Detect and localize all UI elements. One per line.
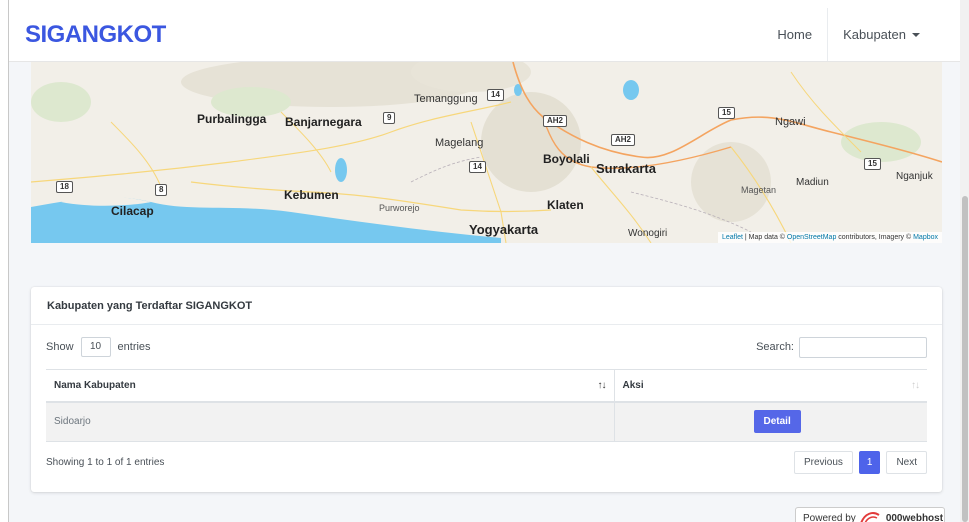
road-shield: 8 <box>155 184 168 196</box>
road-shield: 15 <box>864 158 881 170</box>
map-label-purbalingga: Purbalingga <box>197 112 267 126</box>
window-top-edge <box>0 0 969 8</box>
map-label-boyolali: Boyolali <box>543 152 590 166</box>
scrollbar-thumb[interactable] <box>962 196 968 522</box>
map-label-madiun: Madiun <box>796 177 829 188</box>
nav-links: Home Kabupaten <box>762 8 960 61</box>
next-button[interactable]: Next <box>886 450 927 474</box>
map-label-magetan: Magetan <box>741 185 777 195</box>
column-header-aksi[interactable]: Aksi ↑↓ <box>614 369 927 403</box>
road-shield: 9 <box>383 112 396 124</box>
search-label: Search: <box>756 341 794 353</box>
column-label-nama: Nama Kabupaten <box>54 379 136 391</box>
nav-kabupaten-label: Kabupaten <box>843 27 906 42</box>
map-label-banjarnegara: Banjarnegara <box>285 115 362 129</box>
map-label-surakarta: Surakarta <box>596 161 656 176</box>
column-header-nama[interactable]: Nama Kabupaten ↑↓ <box>46 369 615 403</box>
table-header-row: Nama Kabupaten ↑↓ Aksi ↑↓ <box>46 369 927 403</box>
leaflet-link[interactable]: Leaflet <box>722 234 743 241</box>
show-label: Show <box>46 341 74 353</box>
mapbox-link[interactable]: Mapbox <box>913 234 938 241</box>
nav-kabupaten-dropdown[interactable]: Kabupaten <box>827 8 960 61</box>
attribution-text: | Map data © <box>742 234 787 241</box>
detail-button[interactable]: Detail <box>753 410 801 434</box>
column-label-aksi: Aksi <box>622 379 644 391</box>
sort-icon: ↑↓ <box>597 380 607 391</box>
top-navbar: SIGANGKOT Home Kabupaten <box>9 8 960 62</box>
nav-home-link[interactable]: Home <box>762 8 827 61</box>
map-label-klaten: Klaten <box>547 198 584 212</box>
map-label-yogyakarta: Yogyakarta <box>469 222 539 237</box>
road-shield: AH2 <box>611 134 636 146</box>
pagination: Previous 1 Next <box>793 450 927 474</box>
webhost-logo-icon <box>860 512 880 522</box>
kabupaten-table: Nama Kabupaten ↑↓ Aksi ↑↓ Sidoarjo Detai… <box>46 369 927 442</box>
cell-aksi: Detail <box>614 401 927 442</box>
host-name: 000webhost <box>885 512 944 522</box>
search-wrap: Search: <box>756 336 927 358</box>
leaflet-map[interactable]: Purbalingga Banjarnegara Temanggung Mage… <box>31 62 942 243</box>
powered-by-badge[interactable]: Powered by 000webhost <box>795 507 945 522</box>
road-shield: 15 <box>718 107 735 119</box>
powered-by-label: Powered by <box>803 512 856 522</box>
cell-nama: Sidoarjo <box>46 401 615 442</box>
table-footer: Showing 1 to 1 of 1 entries Previous 1 N… <box>46 442 927 482</box>
map-label-magelang: Magelang <box>435 137 484 149</box>
attribution-text-2: contributors, Imagery © <box>836 234 914 241</box>
table-row: Sidoarjo Detail <box>46 401 927 442</box>
kabupaten-card: Kabupaten yang Terdaftar SIGANGKOT Show … <box>31 287 942 492</box>
map-label-nganjuk: Nganjuk <box>896 171 933 182</box>
map-label-ngawi: Ngawi <box>775 116 806 128</box>
map-label-purworejo: Purworejo <box>379 203 420 213</box>
brand-logo[interactable]: SIGANGKOT <box>25 21 166 49</box>
road-shield: 14 <box>487 89 504 101</box>
map-label-wonogiri: Wonogiri <box>628 228 668 239</box>
search-input[interactable] <box>799 336 927 358</box>
page-1-button[interactable]: 1 <box>858 450 881 474</box>
road-shield: AH2 <box>543 115 568 127</box>
table-info: Showing 1 to 1 of 1 entries <box>46 456 165 468</box>
map-label-cilacap: Cilacap <box>111 204 154 218</box>
map-label-kebumen: Kebumen <box>284 188 339 202</box>
card-title: Kabupaten yang Terdaftar SIGANGKOT <box>31 287 942 325</box>
caret-down-icon <box>912 32 920 37</box>
table-controls: Show 10 entries Search: <box>46 325 927 369</box>
road-shield: 18 <box>56 181 73 193</box>
road-shield: 14 <box>469 161 486 173</box>
window-left-edge <box>0 0 9 522</box>
nav-home-label: Home <box>777 27 813 42</box>
card-body: Show 10 entries Search: Nama Kabupaten ↑… <box>31 325 942 482</box>
previous-button[interactable]: Previous <box>793 450 853 474</box>
osm-link[interactable]: OpenStreetMap <box>787 234 836 241</box>
entries-select[interactable]: 10 <box>80 337 111 357</box>
entries-label: entries <box>117 341 151 353</box>
sort-icon: ↑↓ <box>911 380 920 391</box>
map-label-temanggung: Temanggung <box>414 93 478 105</box>
map-attribution: Leaflet | Map data © OpenStreetMap contr… <box>717 232 942 243</box>
